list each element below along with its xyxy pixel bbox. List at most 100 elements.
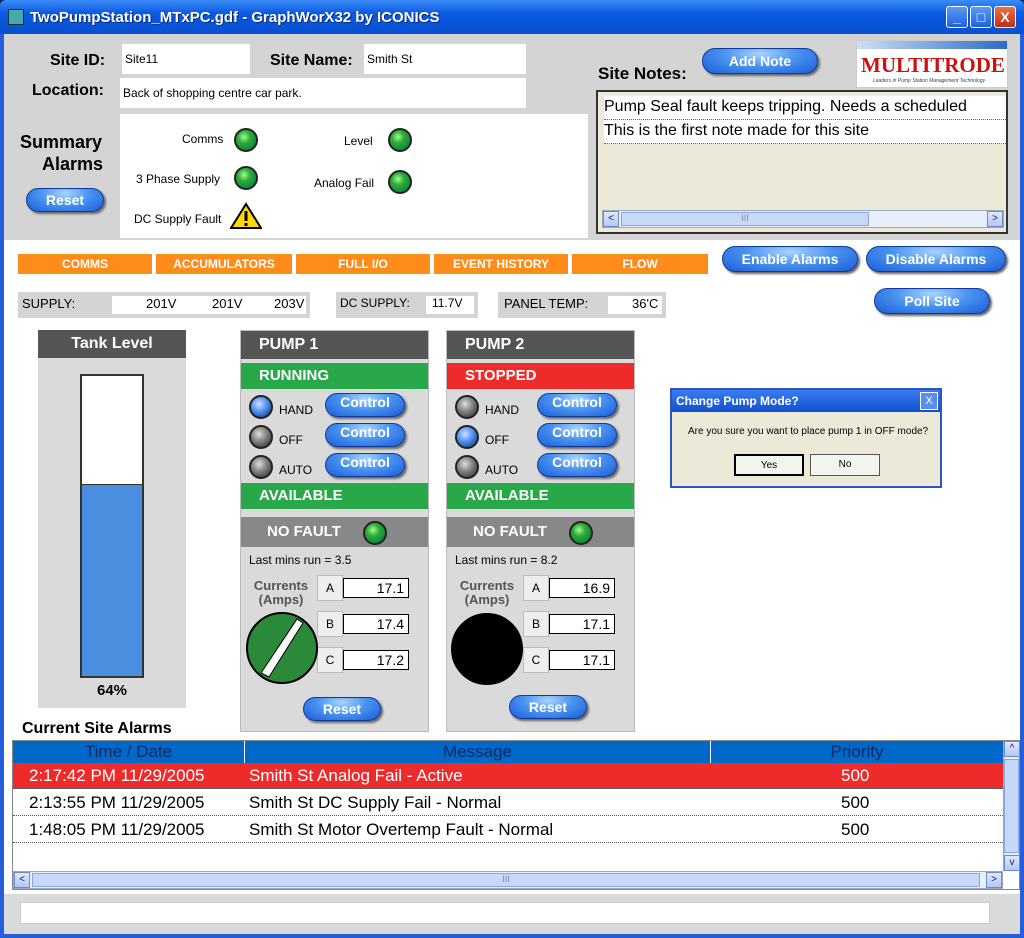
warning-icon: [230, 202, 262, 229]
pump-1-fault: NO FAULT: [241, 517, 428, 547]
pump-1-currents-unit: (Amps): [258, 592, 304, 607]
location-label: Location:: [32, 82, 104, 99]
alarms-hscroll-thumb[interactable]: III: [32, 873, 980, 887]
site-id-label: Site ID:: [50, 52, 106, 69]
alarms-vscroll-thumb[interactable]: [1004, 759, 1019, 853]
location-field[interactable]: Back of shopping centre car park.: [120, 78, 526, 108]
pump-1-hand-indicator: [249, 395, 273, 419]
app-window: TwoPumpStation_MTxPC.gdf - GraphWorX32 b…: [0, 0, 1024, 938]
logo-swoosh: [857, 41, 1007, 49]
site-name-field[interactable]: Smith St: [364, 44, 526, 74]
column-priority[interactable]: Priority: [711, 741, 1003, 763]
alarms-scroll-right[interactable]: >: [986, 872, 1002, 888]
tab-flow[interactable]: FLOW: [572, 254, 708, 274]
disable-alarms-button[interactable]: Disable Alarms: [866, 246, 1006, 272]
poll-site-button[interactable]: Poll Site: [874, 288, 990, 314]
pump-1-panel: PUMP 1 RUNNING HAND Control OFF Control …: [240, 330, 429, 732]
pump-2-off-control-button[interactable]: Control: [537, 423, 617, 447]
note-item-1[interactable]: Pump Seal fault keeps tripping. Needs a …: [604, 96, 1006, 120]
pump-1-reset-button[interactable]: Reset: [303, 697, 381, 721]
panel-temp-label: PANEL TEMP:: [504, 296, 589, 311]
alarm-row[interactable]: 2:17:42 PM 11/29/2005 Smith St Analog Fa…: [13, 763, 1003, 789]
alarm-comms-led: [234, 128, 258, 152]
pump-2-hand-indicator: [455, 395, 479, 419]
dialog-title[interactable]: Change Pump Mode?: [672, 390, 940, 412]
pump-2-phase-a-value: 16.9: [549, 578, 615, 598]
supply-label: SUPPLY:: [22, 296, 76, 311]
pump-2-state: STOPPED: [447, 363, 634, 389]
pump-2-auto-control-button[interactable]: Control: [537, 453, 617, 477]
site-id-field[interactable]: Site11: [122, 44, 250, 74]
alarms-vertical-scrollbar[interactable]: ^ v: [1003, 741, 1020, 871]
summary-alarms-panel: Comms Level 3 Phase Supply Analog Fail D…: [120, 114, 588, 238]
pump-2-auto-indicator: [455, 455, 479, 479]
alarms-scroll-down[interactable]: v: [1004, 855, 1020, 871]
alarms-scroll-left[interactable]: <: [14, 872, 30, 888]
current-site-alarms-title: Current Site Alarms: [22, 720, 172, 737]
alarm-row[interactable]: 2:13:55 PM 11/29/2005 Smith St DC Supply…: [13, 790, 1003, 816]
alarm-3phase-label: 3 Phase Supply: [136, 172, 221, 186]
alarm-level-label: Level: [344, 134, 373, 148]
pump-1-title: PUMP 1: [241, 331, 428, 359]
pump-2-phase-b-value: 17.1: [549, 614, 615, 634]
alarms-scroll-up[interactable]: ^: [1004, 741, 1020, 757]
notes-scroll-thumb[interactable]: III: [621, 212, 869, 226]
enable-alarms-button[interactable]: Enable Alarms: [722, 246, 858, 272]
alarm-row-priority: 500: [841, 820, 870, 839]
tab-full-io[interactable]: FULL I/O: [296, 254, 430, 274]
column-time-date[interactable]: Time / Date: [13, 741, 245, 763]
alarm-row-priority: 500: [841, 766, 870, 785]
tab-comms[interactable]: COMMS: [18, 254, 152, 274]
maximize-button[interactable]: □: [970, 6, 992, 28]
title-bar[interactable]: TwoPumpStation_MTxPC.gdf - GraphWorX32 b…: [0, 0, 1024, 34]
pump-1-phase-a-label: A: [317, 575, 343, 601]
pump-1-hand-control-button[interactable]: Control: [325, 393, 405, 417]
pump-2-phase-b-label: B: [523, 611, 549, 637]
add-note-button[interactable]: Add Note: [702, 48, 818, 74]
tank-gauge: [80, 374, 144, 678]
supply-readout: SUPPLY: 201V 201V 203V: [18, 292, 310, 318]
summary-alarms-title-2: Alarms: [42, 154, 104, 174]
close-button[interactable]: X: [994, 6, 1016, 28]
tab-event-history[interactable]: EVENT HISTORY: [434, 254, 568, 274]
notes-scroll-right[interactable]: >: [987, 211, 1003, 227]
alarm-row-time: 1:48:05 PM 11/29/2005: [29, 820, 205, 839]
notes-horizontal-scrollbar[interactable]: < III >: [602, 210, 1004, 228]
notes-scroll-left[interactable]: <: [603, 211, 619, 227]
pump-2-off-label: OFF: [485, 433, 509, 447]
column-message[interactable]: Message: [245, 741, 711, 763]
site-name-label: Site Name:: [270, 52, 353, 69]
site-notes-list[interactable]: Pump Seal fault keeps tripping. Needs a …: [596, 90, 1008, 234]
multitrode-logo: MULTITRODE Leaders in Pump Station Manag…: [856, 40, 1008, 88]
pump-1-off-control-button[interactable]: Control: [325, 423, 405, 447]
minimize-button[interactable]: _: [946, 6, 968, 28]
dialog-no-button[interactable]: No: [810, 454, 880, 476]
pump-2-reset-button[interactable]: Reset: [509, 695, 587, 719]
pump-2-panel: PUMP 2 STOPPED HAND Control OFF Control …: [446, 330, 635, 732]
alarm-analog-fail-led: [388, 170, 412, 194]
alarms-table-header: Time / Date Message Priority: [13, 741, 1003, 763]
alarm-row-message: Smith St Analog Fail - Active: [249, 766, 463, 785]
pump-2-phase-c-label: C: [523, 647, 549, 673]
dialog-close-button[interactable]: X: [920, 392, 938, 410]
pump-2-hand-control-button[interactable]: Control: [537, 393, 617, 417]
summary-alarms-title-1: Summary: [20, 132, 103, 152]
alarm-row-message: Smith St DC Supply Fail - Normal: [249, 793, 502, 812]
summary-reset-button[interactable]: Reset: [26, 188, 104, 212]
note-item-2[interactable]: This is the first note made for this sit…: [604, 120, 1006, 144]
app-icon: [8, 9, 24, 25]
pump-1-state: RUNNING: [241, 363, 428, 389]
tab-accumulators[interactable]: ACCUMULATORS: [156, 254, 292, 274]
dc-supply-label: DC SUPPLY:: [340, 296, 410, 310]
alarm-level-led: [388, 128, 412, 152]
tank-level-title: Tank Level: [38, 330, 186, 358]
alarms-horizontal-scrollbar[interactable]: < III >: [13, 871, 1003, 889]
pump-1-auto-control-button[interactable]: Control: [325, 453, 405, 477]
pump-1-phase-b-label: B: [317, 611, 343, 637]
status-field: [20, 902, 990, 924]
window-title: TwoPumpStation_MTxPC.gdf - GraphWorX32 b…: [30, 9, 440, 26]
alarm-row[interactable]: 1:48:05 PM 11/29/2005 Smith St Motor Ove…: [13, 817, 1003, 843]
pump-2-off-indicator: [455, 425, 479, 449]
logo-tagline: Leaders in Pump Station Management Techn…: [873, 78, 986, 84]
dialog-yes-button[interactable]: Yes: [734, 454, 804, 476]
